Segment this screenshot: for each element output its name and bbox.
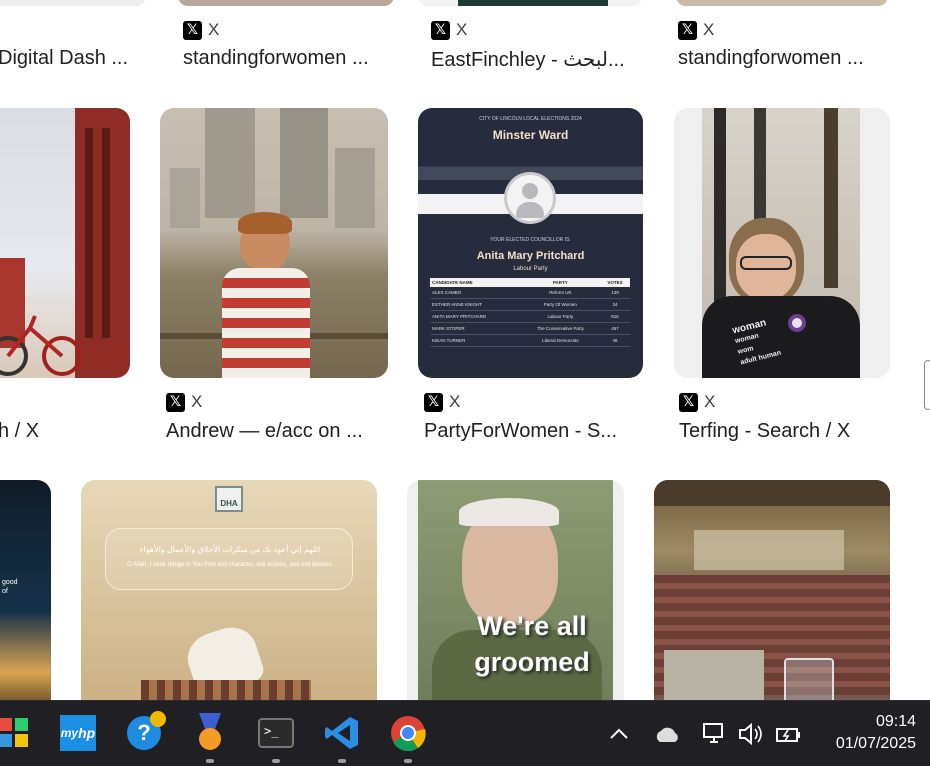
source-top-2[interactable]: 𝕏X	[183, 20, 219, 40]
results-table: CANDIDATE NAME PARTY VOTES ALEX CAMBO Ref…	[430, 278, 630, 347]
battery-charging-icon	[776, 728, 800, 742]
get-help-app[interactable]: ?	[124, 711, 166, 753]
caption-top-4[interactable]: standingforwomen ...	[678, 47, 888, 70]
source-top-4[interactable]: 𝕏X	[678, 20, 714, 40]
volume-button[interactable]	[738, 722, 764, 750]
table-cell: Party Of Women	[543, 302, 577, 307]
meme-text: We're all groomed	[474, 611, 590, 677]
ward-title: Minster Ward	[492, 128, 569, 142]
source-top-3[interactable]: 𝕏X	[431, 20, 467, 40]
table-cell: 816	[611, 314, 619, 319]
table-cell: Reform UK	[549, 290, 572, 295]
dua-arabic: اللهم إني أعوذ بك من منكرات الأخلاق والأ…	[139, 545, 321, 554]
table-cell: 457	[611, 326, 619, 331]
network-icon	[703, 723, 723, 743]
chrome-app[interactable]	[388, 713, 428, 763]
table-cell: ESTHER ANNE KNIGHT	[432, 302, 483, 307]
x-logo-icon: 𝕏	[678, 20, 697, 40]
caption-top-3[interactable]: EastFinchley - لبحث...	[431, 47, 641, 72]
table-cell: 139	[611, 290, 619, 295]
clock-time: 09:14	[875, 713, 916, 730]
vscode-icon	[325, 717, 358, 749]
table-cell: Liberal Democrats	[542, 338, 579, 343]
table-cell: 34	[612, 302, 618, 307]
myhp-app[interactable]: my hp	[58, 713, 98, 753]
onedrive-button[interactable]	[654, 727, 680, 748]
caption-mid-3[interactable]: PartyForWomen - S...	[424, 420, 639, 443]
councillor-party: Labour Party	[513, 266, 548, 272]
clock[interactable]: 09:14 01/07/2025	[836, 711, 916, 755]
chrome-icon	[391, 716, 426, 751]
source-mid-2[interactable]: 𝕏X	[166, 392, 202, 412]
table-cell: Labour Party	[547, 314, 574, 319]
image-results-page: 𝕏X Digital Dash ... 𝕏X standingforwomen …	[0, 0, 930, 766]
x-logo-icon: 𝕏	[431, 20, 450, 40]
taskbar: my hp ? >_ 09:14 01/07/2025	[0, 700, 930, 766]
notification-badge	[150, 711, 166, 727]
avatar	[504, 172, 556, 224]
network-button[interactable]	[702, 721, 726, 750]
result-image-mid-1[interactable]	[0, 108, 130, 378]
table-cell: 46	[612, 338, 618, 343]
table-cell: ANITA MARY PRITCHARD	[432, 314, 487, 319]
source-mid-3[interactable]: 𝕏X	[424, 392, 460, 412]
election-header: CITY OF LINCOLN LOCAL ELECTIONS 2024	[479, 116, 582, 122]
table-cell: ALEX CAMBO	[432, 290, 462, 295]
table-row: MARK STOPER The Conservative Party 457	[430, 323, 630, 335]
x-logo-icon: 𝕏	[679, 392, 698, 412]
vscode-app[interactable]	[322, 713, 362, 763]
x-logo-icon: 𝕏	[166, 392, 185, 412]
result-image-top-2[interactable]	[178, 0, 394, 6]
result-image-bot-3[interactable]: We're all groomed	[407, 480, 624, 720]
terminal-icon: >_	[258, 718, 294, 748]
caption-top-2[interactable]: standingforwomen ...	[183, 47, 393, 70]
table-row: KIEAN TURNER Liberal Democrats 46	[430, 335, 630, 347]
caption-mid-1[interactable]: h / X	[0, 420, 128, 443]
x-logo-icon: 𝕏	[424, 392, 443, 412]
bicycle-icon	[0, 315, 80, 376]
caption-top-1[interactable]: Digital Dash ...	[0, 47, 148, 70]
table-row: ANITA MARY PRITCHARD Labour Party 816	[430, 311, 630, 323]
table-cell: KIEAN TURNER	[432, 338, 466, 343]
windows-logo-icon	[0, 718, 28, 747]
caption-mid-4[interactable]: Terfing - Search / X	[679, 420, 894, 443]
table-cell: The Conservative Party	[536, 326, 584, 331]
clock-date: 01/07/2025	[835, 735, 916, 752]
scrollbar-thumb[interactable]	[924, 360, 930, 410]
table-row: ALEX CAMBO Reform UK 139	[430, 287, 630, 299]
table-row: ESTHER ANNE KNIGHT Party Of Women 34	[430, 299, 630, 311]
cloud-icon	[656, 727, 678, 742]
terminal-app[interactable]: >_	[256, 713, 296, 763]
result-image-top-4[interactable]	[676, 0, 888, 6]
rosette-icon	[788, 314, 806, 332]
result-image-bot-1[interactable]: good of	[0, 480, 51, 720]
elected-line: YOUR ELECTED COUNCILLOR IS:	[490, 237, 571, 243]
partial-text: good of	[2, 579, 18, 595]
councillor-name: Anita Mary Pritchard	[476, 250, 585, 262]
x-logo-icon: 𝕏	[183, 20, 202, 40]
table-cell: MARK STOPER	[432, 326, 465, 331]
result-image-mid-2[interactable]	[160, 108, 388, 378]
medal-icon	[199, 713, 221, 750]
result-image-bot-2[interactable]: DHA اللهم إني أعوذ بك من منكرات الأخلاق …	[81, 480, 377, 720]
dha-logo: DHA	[215, 486, 243, 512]
medal-app[interactable]	[190, 713, 230, 763]
result-image-top-3[interactable]	[418, 0, 642, 6]
windows-start-button[interactable]	[0, 713, 34, 753]
battery-button[interactable]	[774, 723, 802, 750]
myhp-icon: my hp	[60, 715, 96, 751]
glasses-icon	[740, 256, 792, 270]
dua-english: O Allah, I seek refuge in You from evil …	[127, 562, 333, 568]
chevron-up-icon	[610, 728, 628, 739]
caption-mid-2[interactable]: Andrew — e/acc on ...	[166, 420, 386, 443]
result-image-mid-4[interactable]: woman woman wom adult human	[674, 108, 890, 378]
speaker-icon	[739, 722, 762, 746]
result-image-top-1[interactable]	[0, 0, 146, 6]
result-image-mid-3[interactable]: CITY OF LINCOLN LOCAL ELECTIONS 2024 Min…	[418, 108, 643, 378]
result-image-bot-4[interactable]	[654, 480, 890, 720]
show-hidden-icons-button[interactable]	[610, 723, 628, 744]
source-mid-4[interactable]: 𝕏X	[679, 392, 715, 412]
